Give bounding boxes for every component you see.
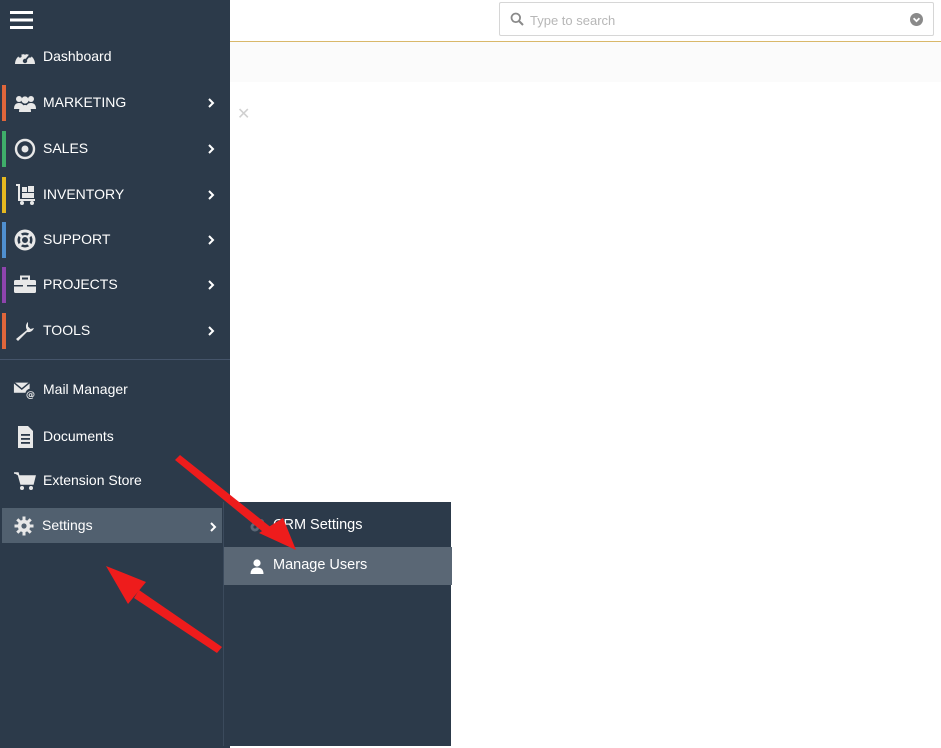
chevron-down-circle-icon[interactable] [910, 13, 923, 26]
svg-text:@: @ [26, 389, 35, 400]
cart-icon [13, 470, 37, 492]
chevron-right-icon [210, 522, 217, 532]
sidebar-item-sales[interactable]: SALES [0, 131, 230, 167]
sidebar-item-label: Settings [42, 517, 93, 533]
sidebar-item-label: Documents [43, 428, 114, 444]
accent-bar [2, 267, 6, 303]
chevron-right-icon [208, 235, 215, 245]
accent-bar [2, 313, 6, 349]
dashboard-icon [13, 46, 37, 68]
sidebar-item-inventory[interactable]: INVENTORY [0, 177, 230, 213]
close-icon[interactable]: ✕ [237, 104, 250, 124]
sidebar-item-label: Mail Manager [43, 381, 128, 397]
sidebar-item-label: PROJECTS [43, 276, 118, 292]
sidebar-item-settings[interactable]: Settings [2, 508, 222, 543]
sidebar-item-mail-manager[interactable]: @ Mail Manager [0, 372, 230, 408]
wrench-icon [13, 320, 37, 342]
sidebar-item-label: INVENTORY [43, 186, 125, 202]
sidebar-divider [0, 359, 230, 360]
sidebar-item-documents[interactable]: Documents [0, 419, 230, 455]
global-search[interactable] [499, 2, 934, 36]
accent-bar [2, 85, 6, 121]
briefcase-icon [13, 274, 37, 296]
sidebar-item-label: Extension Store [43, 472, 142, 488]
hamburger-menu-icon[interactable] [10, 10, 34, 30]
chevron-right-icon [208, 190, 215, 200]
sidebar-item-label: MARKETING [43, 94, 127, 110]
sidebar-item-extension-store[interactable]: Extension Store [0, 463, 230, 499]
sidebar-item-tools[interactable]: TOOLS [0, 313, 230, 349]
sidebar-item-label: SALES [43, 140, 89, 156]
sidebar: Dashboard MARKETING SALES INVENTORY SUPP… [0, 0, 230, 748]
sub-header [230, 42, 941, 82]
users-group-icon [13, 92, 37, 114]
target-icon [13, 138, 37, 160]
accent-bar [2, 131, 6, 167]
sidebar-item-dashboard[interactable]: Dashboard [0, 39, 230, 75]
sidebar-item-marketing[interactable]: MARKETING [0, 85, 230, 121]
submenu-item-label: CRM Settings [273, 517, 363, 533]
cart-dolly-icon [13, 184, 37, 206]
sidebar-item-support[interactable]: SUPPORT [0, 222, 230, 258]
mail-at-icon: @ [13, 379, 37, 401]
document-icon [13, 426, 37, 448]
sidebar-item-label: TOOLS [43, 322, 91, 338]
search-icon [510, 12, 524, 26]
gear-icon [14, 516, 34, 536]
submenu-item-label: Manage Users [273, 557, 368, 573]
search-input[interactable] [530, 9, 900, 31]
sidebar-item-label: Dashboard [43, 48, 112, 64]
lifebuoy-icon [13, 229, 37, 251]
sidebar-item-label: SUPPORT [43, 231, 111, 247]
gears-icon [250, 519, 264, 532]
top-bar [230, 0, 941, 42]
accent-bar [2, 222, 6, 258]
settings-submenu: CRM Settings Manage Users [223, 502, 452, 746]
user-icon [250, 559, 264, 574]
submenu-item-crm-settings[interactable]: CRM Settings [224, 507, 452, 545]
chevron-right-icon [208, 280, 215, 290]
chevron-right-icon [208, 144, 215, 154]
sidebar-item-projects[interactable]: PROJECTS [0, 267, 230, 303]
chevron-right-icon [208, 98, 215, 108]
chevron-right-icon [208, 326, 215, 336]
accent-bar [2, 177, 6, 213]
submenu-item-manage-users[interactable]: Manage Users [224, 547, 452, 585]
